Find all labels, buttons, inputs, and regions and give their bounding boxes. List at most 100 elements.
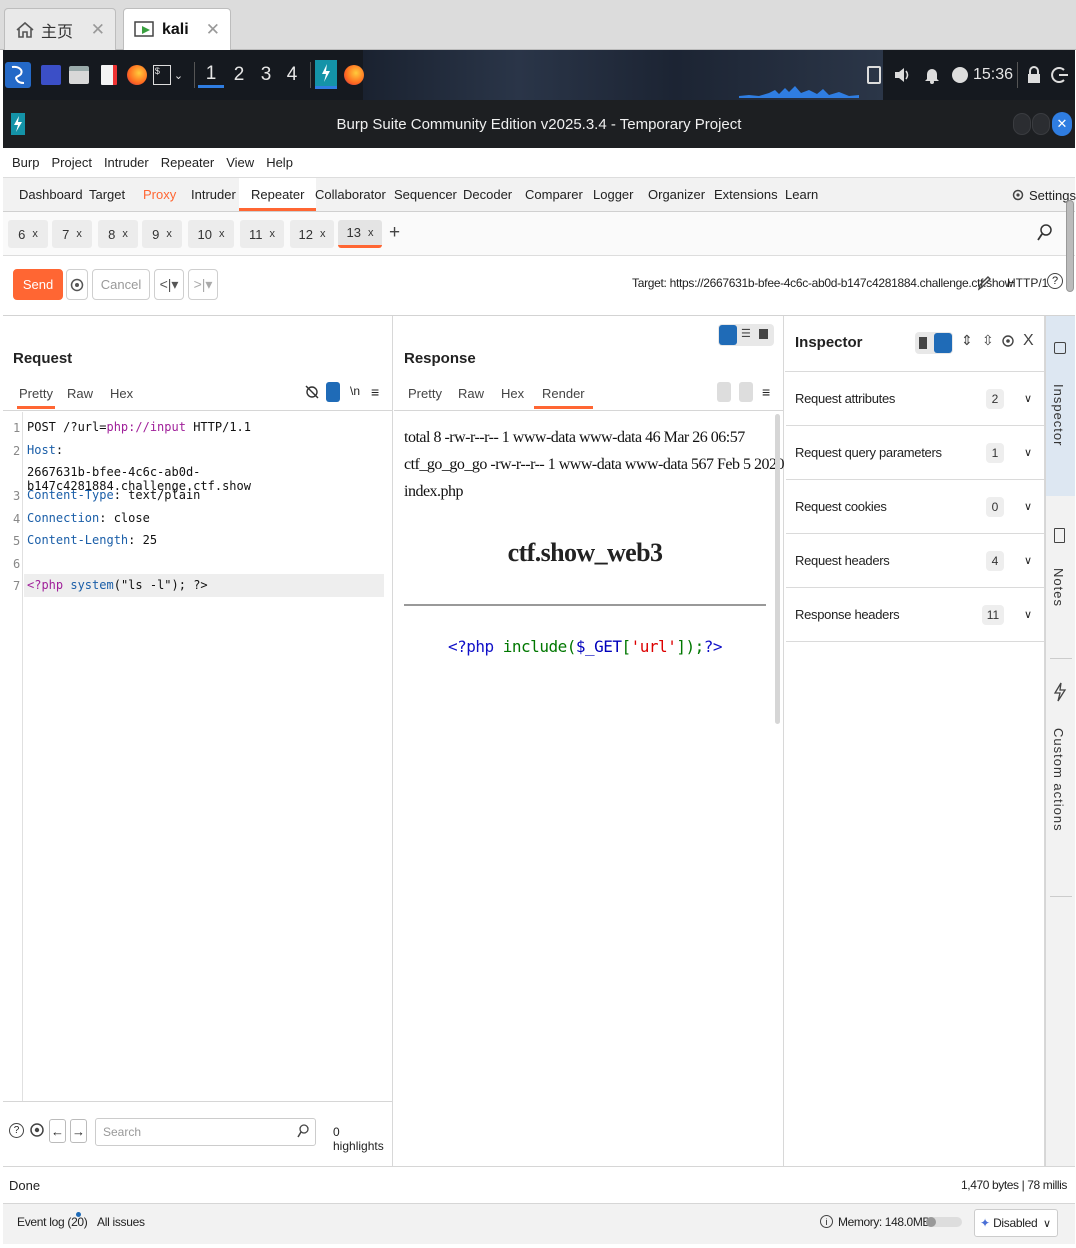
- request-line-3[interactable]: Content-Type: text/plain: [27, 488, 200, 502]
- tab-intruder[interactable]: Intruder: [189, 178, 238, 211]
- ai-disabled-button[interactable]: ✦ Disabled ∨: [974, 1209, 1058, 1237]
- hide-nonprintable-icon[interactable]: [305, 384, 319, 400]
- power-manager-icon[interactable]: [949, 62, 971, 88]
- send-button[interactable]: Send: [13, 269, 63, 300]
- repeater-tab-9[interactable]: 9x: [142, 220, 182, 248]
- inspector-row-request-attributes[interactable]: Request attributes 2 ∨: [786, 372, 1044, 426]
- repeater-tab-8[interactable]: 8x: [98, 220, 138, 248]
- workspace-2[interactable]: 2: [226, 62, 252, 88]
- tab-collaborator[interactable]: Collaborator: [313, 178, 388, 211]
- request-tab-hex[interactable]: Hex: [110, 386, 133, 401]
- send-options-button[interactable]: [66, 269, 88, 300]
- response-tab-render[interactable]: Render: [534, 386, 593, 409]
- menu-help[interactable]: Help: [266, 155, 293, 170]
- tab-repeater[interactable]: Repeater: [239, 178, 317, 211]
- notification-icon[interactable]: [921, 62, 943, 88]
- menu-project[interactable]: Project: [51, 155, 91, 170]
- history-forward-button[interactable]: >|▾: [188, 269, 218, 300]
- layout-split-vertical-icon[interactable]: [719, 325, 737, 345]
- close-icon[interactable]: x: [32, 228, 38, 240]
- request-line-5[interactable]: Content-Length: 25: [27, 533, 157, 547]
- request-line-4[interactable]: Connection: close: [27, 511, 150, 525]
- request-tab-pretty[interactable]: Pretty: [17, 386, 55, 409]
- menu-intruder[interactable]: Intruder: [104, 155, 149, 170]
- tab-kali[interactable]: kali ✕: [123, 8, 231, 50]
- menu-view[interactable]: View: [226, 155, 254, 170]
- response-tab-hex[interactable]: Hex: [501, 386, 524, 401]
- tab-extensions[interactable]: Extensions: [712, 178, 780, 211]
- clock-label[interactable]: 15:36: [973, 62, 1013, 88]
- close-icon[interactable]: x: [219, 228, 225, 240]
- kali-menu-icon[interactable]: [5, 62, 31, 88]
- repeater-tab-6[interactable]: 6x: [8, 220, 48, 248]
- close-icon[interactable]: x: [270, 228, 276, 240]
- close-icon[interactable]: x: [76, 228, 82, 240]
- workspace-4[interactable]: 4: [279, 62, 305, 88]
- window-scrollbar[interactable]: [1066, 200, 1074, 292]
- newline-toggle-icon[interactable]: [739, 382, 753, 402]
- tab-decoder[interactable]: Decoder: [461, 178, 514, 211]
- close-icon[interactable]: x: [166, 228, 172, 240]
- response-menu-icon[interactable]: ≡: [762, 384, 770, 400]
- request-line-1[interactable]: POST /?url=php://input HTTP/1.1: [27, 420, 251, 434]
- response-tab-raw[interactable]: Raw: [458, 386, 484, 401]
- tab-proxy[interactable]: Proxy: [141, 178, 178, 211]
- file-manager-icon[interactable]: [68, 62, 90, 88]
- pretty-print-icon[interactable]: [717, 382, 731, 402]
- help-icon[interactable]: ?: [1047, 273, 1063, 289]
- lock-icon[interactable]: [1023, 62, 1045, 88]
- history-back-button[interactable]: <|▾: [154, 269, 184, 300]
- tab-sequencer[interactable]: Sequencer: [392, 178, 459, 211]
- cancel-button[interactable]: Cancel: [92, 269, 150, 300]
- menu-repeater[interactable]: Repeater: [161, 155, 214, 170]
- search-settings-icon[interactable]: [28, 1121, 46, 1139]
- response-scrollbar[interactable]: [775, 414, 780, 724]
- firefox-taskbar-icon[interactable]: [342, 62, 366, 88]
- inspector-row-query-parameters[interactable]: Request query parameters 1 ∨: [786, 426, 1044, 480]
- inspector-row-cookies[interactable]: Request cookies 0 ∨: [786, 480, 1044, 534]
- terminal-icon[interactable]: $ ⌄: [151, 62, 185, 88]
- layout-tabs-icon[interactable]: [759, 329, 768, 339]
- newline-toggle[interactable]: \n: [350, 384, 360, 398]
- tab-home[interactable]: 主页 ✕: [4, 8, 116, 50]
- sidebar-custom-actions[interactable]: Custom actions: [1046, 676, 1075, 876]
- logout-icon[interactable]: [1049, 62, 1071, 88]
- target-url[interactable]: Target: https://2667631b-bfee-4c6c-ab0d-…: [632, 276, 1013, 290]
- http-version[interactable]: HTTP/1: [1007, 276, 1048, 290]
- menu-burp[interactable]: Burp: [12, 155, 39, 170]
- request-menu-icon[interactable]: ≡: [371, 384, 379, 400]
- sidebar-notes[interactable]: Notes: [1046, 516, 1075, 656]
- maximize-button[interactable]: [1032, 113, 1050, 135]
- search-next-button[interactable]: →: [70, 1119, 87, 1143]
- tab-target[interactable]: Target: [87, 178, 127, 211]
- burp-taskbar-icon[interactable]: [315, 60, 337, 89]
- search-tabs-icon[interactable]: [1037, 224, 1053, 242]
- close-icon[interactable]: x: [368, 227, 374, 239]
- layout-left-icon[interactable]: [919, 337, 927, 349]
- minimize-button[interactable]: [1013, 113, 1031, 135]
- help-icon[interactable]: ?: [9, 1123, 24, 1138]
- close-icon[interactable]: x: [320, 228, 326, 240]
- tab-comparer[interactable]: Comparer: [523, 178, 585, 211]
- repeater-tab-7[interactable]: 7x: [52, 220, 92, 248]
- inspector-settings-icon[interactable]: [1001, 334, 1015, 348]
- tab-organizer[interactable]: Organizer: [646, 178, 707, 211]
- response-tab-pretty[interactable]: Pretty: [408, 386, 442, 401]
- tab-learn[interactable]: Learn: [783, 178, 820, 211]
- close-icon[interactable]: x: [122, 228, 128, 240]
- event-log-link[interactable]: Event log (20): [17, 1215, 88, 1229]
- repeater-tab-12[interactable]: 12 x: [290, 220, 334, 248]
- add-tab-button[interactable]: +: [389, 222, 400, 244]
- collapse-all-icon[interactable]: ⇳: [982, 332, 994, 349]
- layout-split-horizontal-icon[interactable]: ☰: [741, 327, 751, 340]
- workspace-3[interactable]: 3: [253, 62, 279, 88]
- search-input[interactable]: Search: [95, 1118, 316, 1146]
- search-prev-button[interactable]: ←: [49, 1119, 66, 1143]
- close-inspector-button[interactable]: X: [1023, 332, 1034, 350]
- workspace-1[interactable]: 1: [198, 62, 224, 88]
- repeater-tab-10[interactable]: 10 x: [188, 220, 234, 248]
- window-switcher-icon[interactable]: [40, 62, 62, 88]
- pretty-print-icon[interactable]: [326, 382, 340, 402]
- screen-icon[interactable]: [863, 62, 885, 88]
- inspector-row-response-headers[interactable]: Response headers 11 ∨: [786, 588, 1044, 642]
